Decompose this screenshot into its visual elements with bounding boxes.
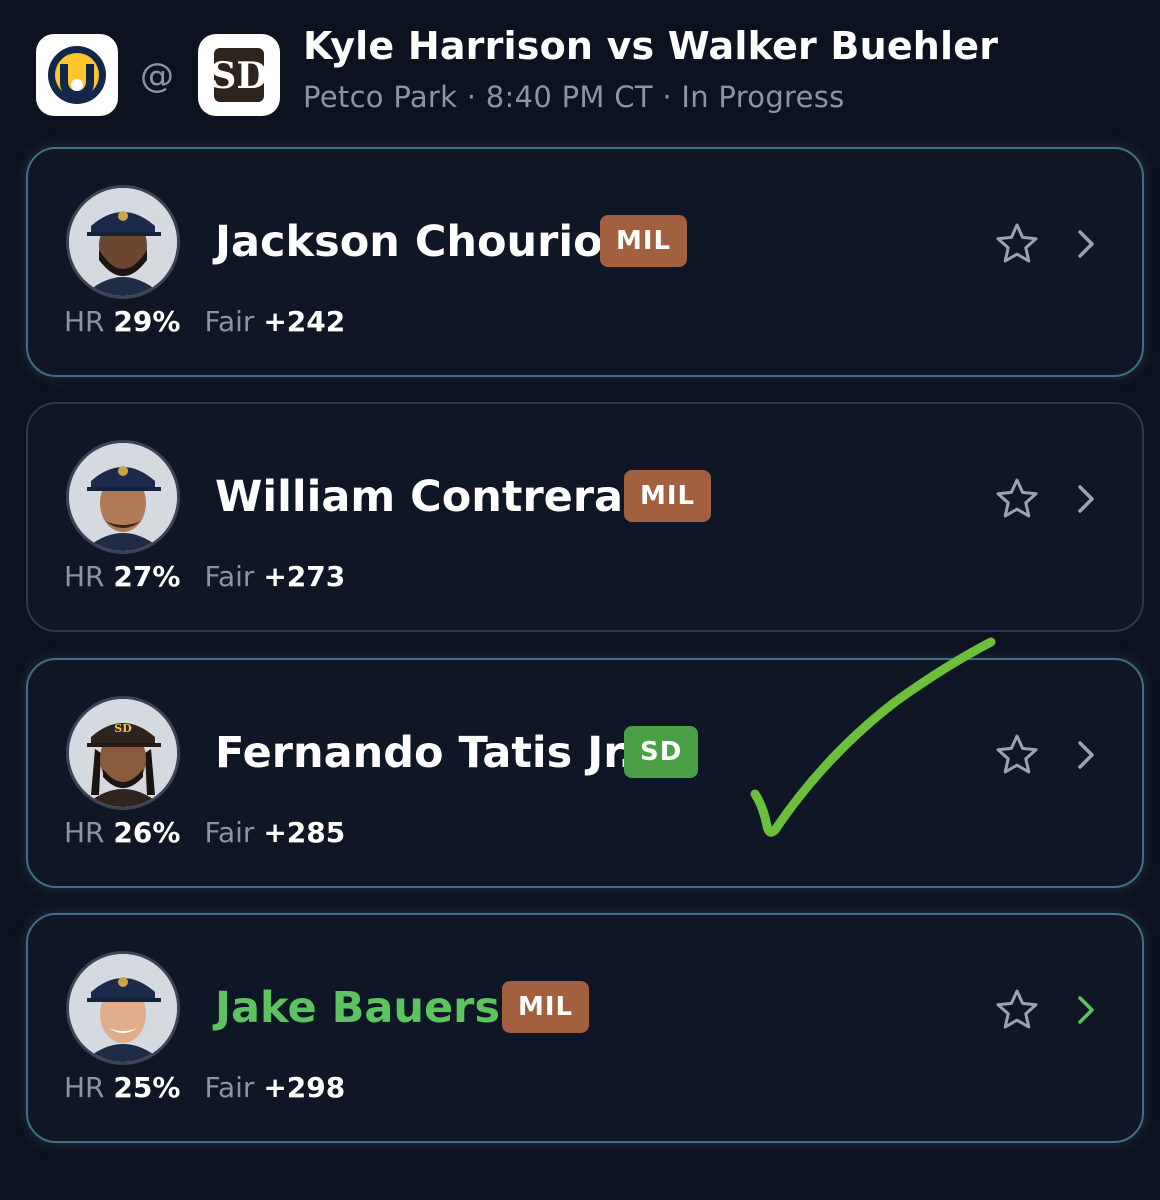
fair-label: Fair <box>204 560 255 593</box>
team-badge: MIL <box>502 981 590 1033</box>
star-icon[interactable] <box>994 987 1040 1033</box>
at-symbol: @ <box>140 56 174 96</box>
player-avatar <box>66 185 180 299</box>
player-name[interactable]: Fernando Tatis Jr. <box>215 728 635 778</box>
fair-label: Fair <box>204 1071 255 1104</box>
player-avatar: SD <box>66 696 180 810</box>
game-header: @ SD Kyle Harrison vs Walker Buehler Pet… <box>0 0 1160 130</box>
team-badge: SD <box>624 726 699 778</box>
padres-logo-icon[interactable]: SD <box>198 34 280 116</box>
chevron-right-icon[interactable] <box>1074 738 1098 772</box>
game-title: Kyle Harrison vs Walker Buehler <box>303 24 999 68</box>
star-icon[interactable] <box>994 476 1040 522</box>
svg-text:SD: SD <box>210 55 267 97</box>
fair-odds-value: +285 <box>263 816 346 849</box>
fair-label: Fair <box>204 305 255 338</box>
chevron-right-icon[interactable] <box>1074 227 1098 261</box>
team-badge: MIL <box>600 215 688 267</box>
player-avatar <box>66 951 180 1065</box>
fair-label: Fair <box>204 816 255 849</box>
game-meta: Petco Park · 8:40 PM CT · In Progress <box>303 80 845 114</box>
hr-value: 26% <box>113 816 181 849</box>
star-icon[interactable] <box>994 732 1040 778</box>
svg-text:SD: SD <box>114 722 132 735</box>
chevron-right-icon[interactable] <box>1074 993 1098 1027</box>
hr-label: HR <box>64 560 105 593</box>
player-card[interactable]: Jake Bauers MIL HR 25% Fair +298 <box>26 913 1144 1143</box>
player-stats: HR 26% Fair +285 <box>64 816 345 849</box>
player-card[interactable]: SD Fernando Tatis Jr. SD HR 26% Fair +285 <box>26 658 1144 888</box>
chevron-right-icon[interactable] <box>1074 482 1098 516</box>
player-name[interactable]: Jackson Chourio <box>215 217 603 267</box>
player-stats: HR 29% Fair +242 <box>64 305 345 338</box>
player-stats: HR 25% Fair +298 <box>64 1071 345 1104</box>
fair-odds-value: +298 <box>263 1071 346 1104</box>
hr-value: 25% <box>113 1071 181 1104</box>
fair-odds-value: +242 <box>263 305 346 338</box>
player-avatar <box>66 440 180 554</box>
hr-value: 29% <box>113 305 181 338</box>
team-badge: MIL <box>624 470 712 522</box>
player-stats: HR 27% Fair +273 <box>64 560 345 593</box>
fair-odds-value: +273 <box>263 560 346 593</box>
brewers-logo-icon[interactable] <box>36 34 118 116</box>
hr-label: HR <box>64 305 105 338</box>
hr-label: HR <box>64 816 105 849</box>
player-name[interactable]: William Contreras <box>215 472 649 522</box>
player-card[interactable]: William Contreras MIL HR 27% Fair +273 <box>26 402 1144 632</box>
hr-value: 27% <box>113 560 181 593</box>
player-name[interactable]: Jake Bauers <box>215 983 500 1033</box>
hr-label: HR <box>64 1071 105 1104</box>
star-icon[interactable] <box>994 221 1040 267</box>
player-card[interactable]: Jackson Chourio MIL HR 29% Fair +242 <box>26 147 1144 377</box>
